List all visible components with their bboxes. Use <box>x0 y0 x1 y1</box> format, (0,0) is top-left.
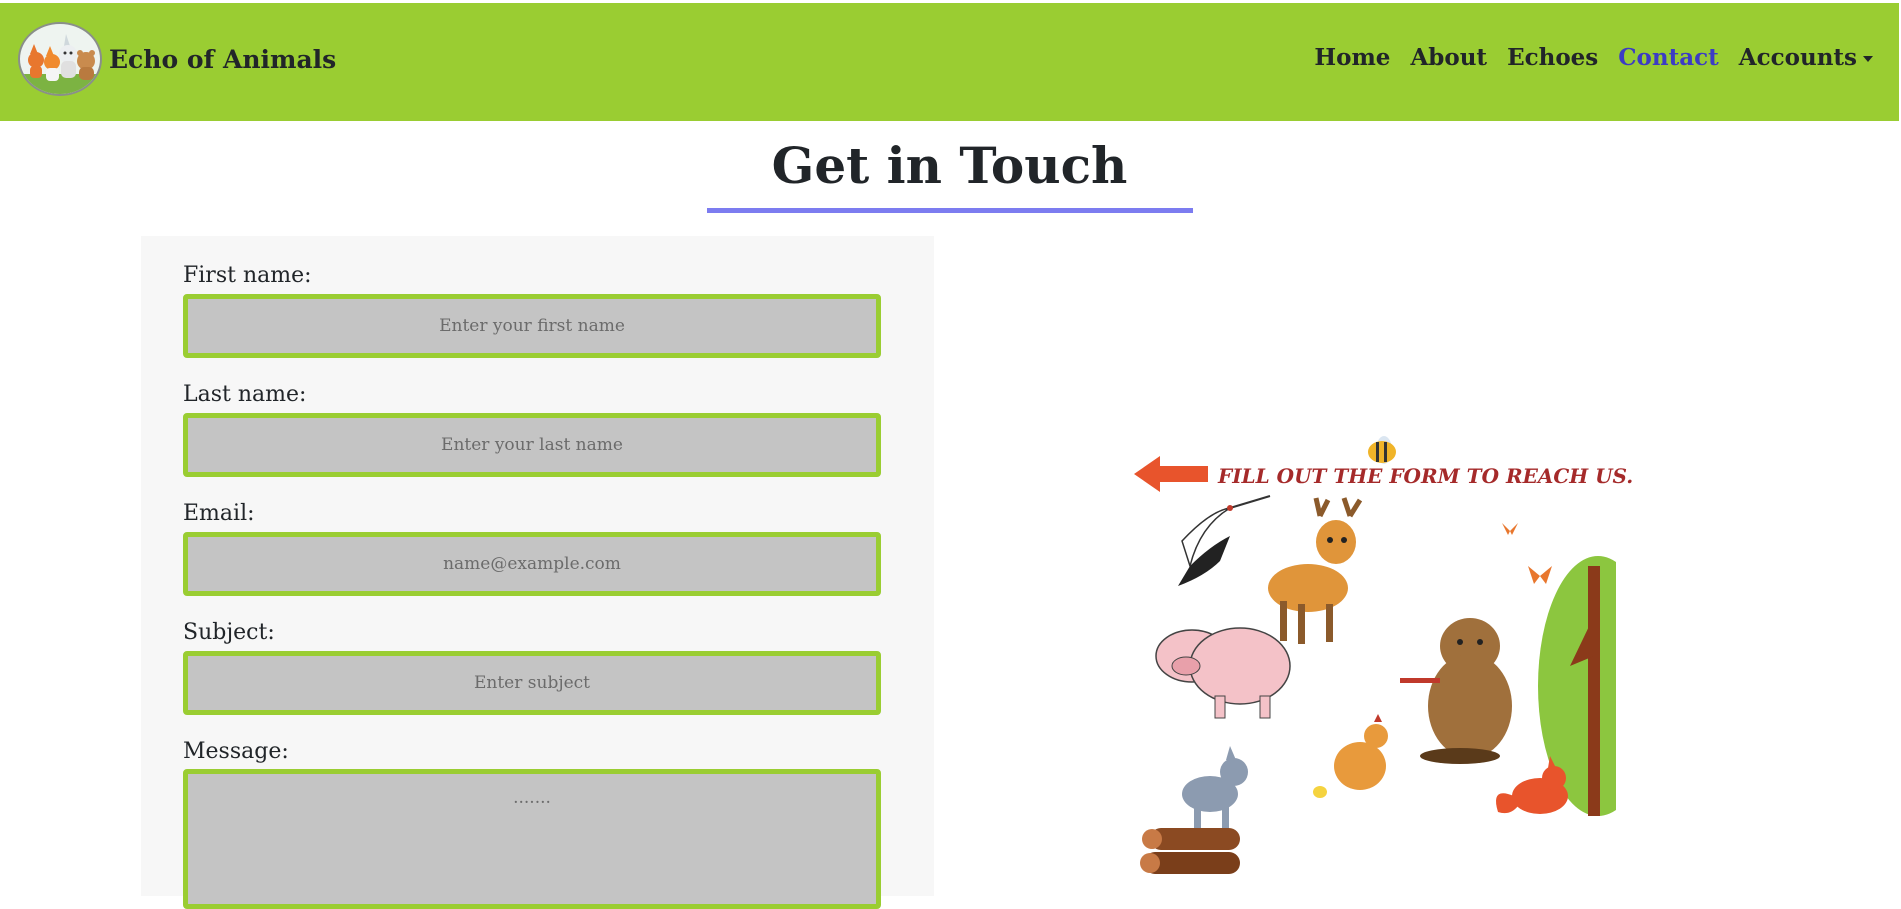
animals-logo-icon <box>20 34 100 94</box>
animals-illustration <box>1134 436 1616 874</box>
butterfly-icon <box>1502 523 1552 584</box>
nav-contact[interactable]: Contact <box>1618 44 1719 71</box>
brand-logo[interactable] <box>18 22 102 96</box>
crane-icon <box>1178 495 1271 586</box>
email-input[interactable] <box>183 532 881 596</box>
subject-label: Subject: <box>183 620 275 645</box>
beaver-icon <box>1400 618 1512 764</box>
caret-down-icon <box>1863 56 1873 62</box>
email-label: Email: <box>183 501 255 526</box>
main-nav: Home About Echoes Contact Accounts <box>1314 44 1873 71</box>
pig-icon <box>1155 627 1291 719</box>
first-name-input[interactable] <box>183 294 881 358</box>
bee-icon <box>1368 436 1396 464</box>
nav-home[interactable]: Home <box>1314 44 1390 71</box>
arrow-left-icon <box>1134 456 1208 492</box>
wolf-icon <box>1182 746 1248 828</box>
subject-input[interactable] <box>183 651 881 715</box>
nav-accounts-dropdown[interactable]: Accounts <box>1739 44 1873 71</box>
message-label: Message: <box>183 739 289 764</box>
brand[interactable]: Echo of Animals <box>18 22 336 96</box>
hen-icon <box>1313 714 1388 798</box>
navbar: Echo of Animals Home About Echoes Contac… <box>0 3 1899 121</box>
first-name-label: First name: <box>183 263 312 288</box>
logs-icon <box>1140 828 1240 874</box>
nav-about[interactable]: About <box>1410 44 1487 71</box>
brand-name[interactable]: Echo of Animals <box>109 45 336 74</box>
nav-echoes[interactable]: Echoes <box>1507 44 1598 71</box>
title-underline <box>707 208 1193 213</box>
last-name-label: Last name: <box>183 382 307 407</box>
contact-form: First name: Last name: Email: Subject: M… <box>141 236 934 909</box>
last-name-input[interactable] <box>183 413 881 477</box>
deer-icon <box>1268 497 1363 644</box>
message-textarea[interactable] <box>183 769 881 909</box>
page-title: Get in Touch <box>771 136 1128 195</box>
nav-accounts-label: Accounts <box>1738 44 1857 71</box>
